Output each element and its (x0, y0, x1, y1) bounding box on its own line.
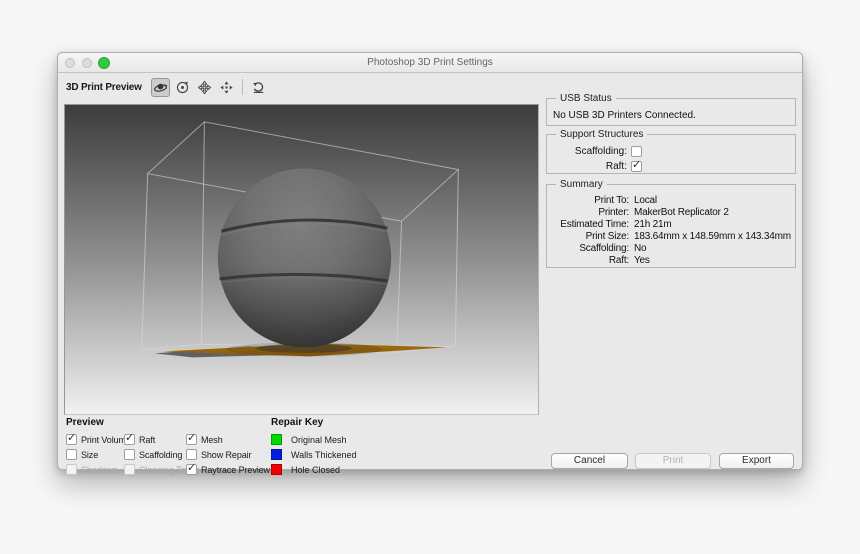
support-structures-group: Support Structures Scaffolding: Raft: (546, 129, 796, 174)
toolbar-divider (241, 79, 243, 95)
sphere-model (217, 168, 392, 348)
original-mesh-swatch (271, 434, 282, 445)
roll-3d-camera-icon (176, 81, 189, 93)
summary-row-estimated-time: Estimated Time: 21h 21m (560, 219, 672, 230)
checkbox-box (186, 433, 197, 445)
pan-tool-button[interactable] (195, 78, 214, 97)
checkbox-size[interactable]: Size (66, 447, 131, 462)
summary-row-printer: Printer: MakerBot Replicator 2 (598, 207, 729, 218)
repair-key-walls-thickened: Walls Thickened (271, 447, 357, 462)
photoshop-3d-print-settings-window: Photoshop 3D Print Settings 3D Print Pre… (57, 52, 803, 475)
checkbox-box (66, 433, 77, 445)
reset-view-button[interactable] (249, 78, 268, 97)
checkbox-box (124, 433, 135, 445)
raft-checkbox[interactable] (631, 160, 642, 172)
checkbox-box (66, 449, 77, 460)
titlebar[interactable]: Photoshop 3D Print Settings (58, 53, 802, 73)
pan-3d-camera-icon (197, 80, 212, 94)
reset-camera-icon (252, 81, 263, 93)
summary-row-scaffolding: Scaffolding: No (579, 243, 647, 254)
summary-legend: Summary (556, 179, 607, 190)
preview-options-column-1: Print Volume Size Shadows (66, 432, 131, 477)
preview-options-column-3: Mesh Show Repair Raytrace Preview (186, 432, 270, 477)
summary-row-raft: Raft: Yes (608, 255, 650, 266)
3d-scene (65, 105, 538, 414)
usb-status-message: No USB 3D Printers Connected. (553, 110, 696, 121)
window-title: Photoshop 3D Print Settings (367, 57, 493, 68)
print-button[interactable]: Print (635, 453, 711, 469)
slide-3d-camera-icon (220, 80, 233, 94)
summary-row-print-to: Print To: Local (594, 195, 657, 206)
repair-key-original-mesh: Original Mesh (271, 432, 357, 447)
checkbox-box (124, 464, 135, 475)
toolbar-label: 3D Print Preview (66, 81, 142, 93)
checkbox-show-repair[interactable]: Show Repair (186, 447, 270, 462)
checkbox-box (186, 449, 197, 460)
raft-row: Raft: (547, 160, 795, 172)
repair-key-hole-closed: Hole Closed (271, 462, 357, 477)
checkbox-raytrace-preview[interactable]: Raytrace Preview (186, 462, 270, 477)
preview-options-title: Preview (66, 417, 104, 428)
scaffolding-row: Scaffolding: (547, 145, 795, 157)
toolbar: 3D Print Preview (66, 76, 794, 98)
raft-label: Raft: (605, 160, 627, 172)
repair-key-title: Repair Key (271, 417, 324, 428)
roll-tool-button[interactable] (173, 78, 192, 97)
scaffolding-label: Scaffolding: (574, 145, 627, 157)
export-button[interactable]: Export (719, 453, 794, 469)
orbit-tool-button[interactable] (150, 77, 170, 97)
usb-status-legend: USB Status (556, 93, 616, 104)
support-structures-legend: Support Structures (556, 129, 648, 140)
checkbox-shadows: Shadows (66, 462, 131, 477)
repair-key-list: Original Mesh Walls Thickened Hole Close… (271, 432, 357, 477)
orbit-3d-camera-icon (153, 83, 168, 92)
summary-group: Summary Print To: Local Printer: MakerBo… (546, 179, 796, 268)
cancel-button[interactable]: Cancel (551, 453, 628, 469)
3d-preview-viewport[interactable] (64, 104, 539, 415)
usb-status-group: USB Status No USB 3D Printers Connected. (546, 93, 796, 126)
scaffolding-checkbox[interactable] (631, 145, 642, 157)
walls-thickened-swatch (271, 449, 282, 460)
checkbox-box (124, 449, 135, 460)
hole-closed-swatch (271, 464, 282, 475)
checkbox-box (186, 463, 197, 475)
checkbox-box (66, 464, 77, 475)
summary-row-print-size: Print Size: 183.64mm x 148.59mm x 143.34… (585, 231, 791, 242)
slide-tool-button[interactable] (217, 78, 236, 97)
checkbox-print-volume[interactable]: Print Volume (66, 432, 131, 447)
checkbox-mesh[interactable]: Mesh (186, 432, 270, 447)
